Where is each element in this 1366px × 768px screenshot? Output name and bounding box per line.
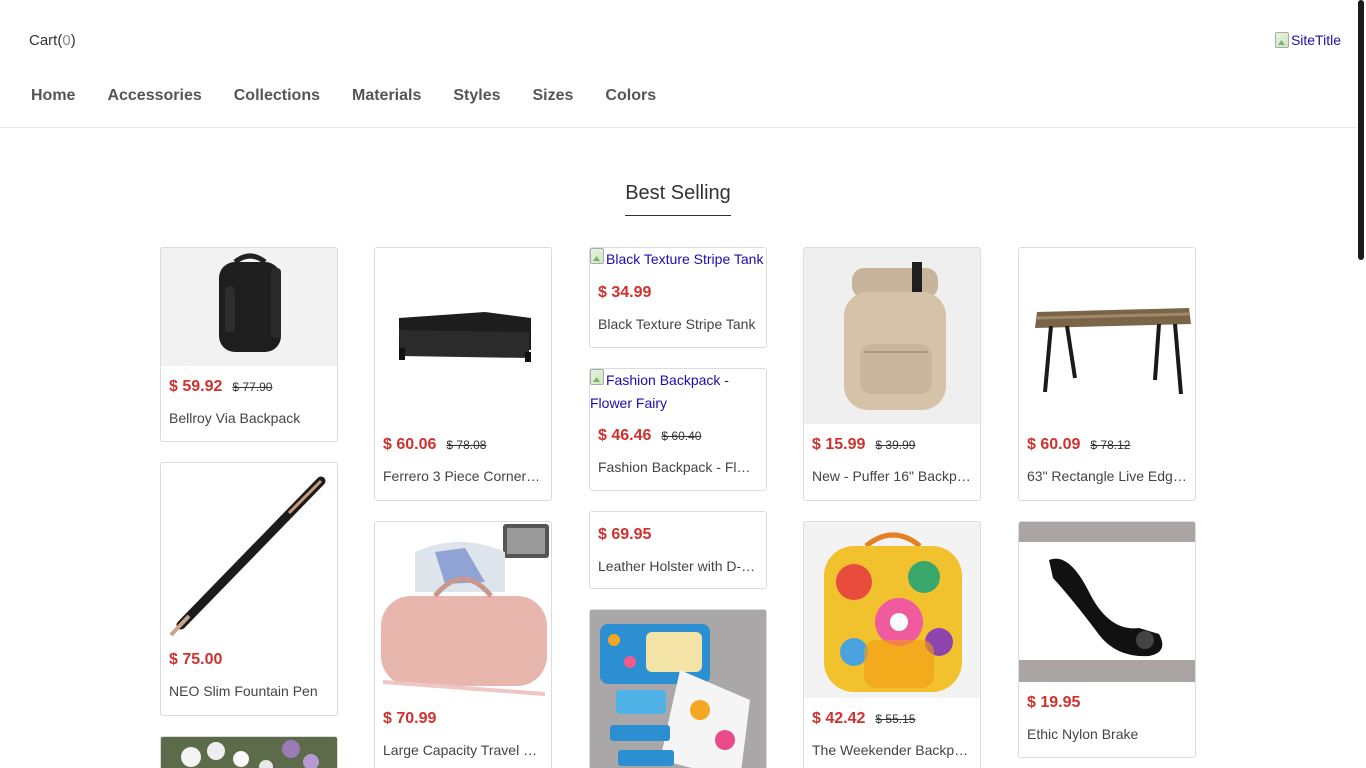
- price-row: $ 34.99: [590, 284, 766, 302]
- live-edge-table-image[interactable]: [1019, 248, 1195, 424]
- price: $ 75.00: [169, 651, 223, 668]
- nav-collections[interactable]: Collections: [234, 86, 320, 106]
- price: $ 15.99: [812, 436, 866, 453]
- old-price: $ 77.90: [232, 380, 273, 394]
- product-card[interactable]: $ 42.42 $ 55.15 The Weekender Backpack: [803, 521, 981, 768]
- product-title[interactable]: NEO Slim Fountain Pen: [161, 683, 337, 699]
- product-card[interactable]: $ 69.95 Leather Holster with D-Ring: [589, 511, 767, 589]
- product-title[interactable]: Leather Holster with D-Ring: [590, 558, 766, 574]
- scrollbar-thumb[interactable]: [1358, 0, 1364, 260]
- nav-colors[interactable]: Colors: [605, 86, 656, 106]
- old-price: $ 39.99: [875, 438, 916, 452]
- butterfly-garden-planters-image[interactable]: [590, 610, 766, 768]
- product-card[interactable]: $ 70.99 Large Capacity Travel Duffle Bag: [374, 521, 552, 768]
- product-card[interactable]: Fashion Backpack - Flower Fairy $ 46.46 …: [589, 368, 767, 491]
- tan-rolltop-backpack-image[interactable]: [804, 248, 980, 424]
- product-title[interactable]: Fashion Backpack - Flower Fairy: [590, 459, 766, 475]
- flower-photo-image[interactable]: [161, 737, 337, 768]
- cart-count: 0: [62, 32, 71, 49]
- nav-materials[interactable]: Materials: [352, 86, 421, 106]
- product-card[interactable]: $ 60.06 $ 78.08 Ferrero 3 Piece Corner S…: [374, 247, 552, 501]
- product-card[interactable]: $ 19.95 Ethic Nylon Brake: [1018, 521, 1196, 758]
- cart-label: Cart: [29, 32, 58, 49]
- price: $ 69.95: [598, 526, 652, 543]
- site-title-alt: SiteTitle: [1290, 32, 1341, 48]
- price-row: $ 75.00: [161, 651, 337, 669]
- price-row: $ 70.99: [375, 710, 551, 728]
- product-title[interactable]: Black Texture Stripe Tank: [590, 316, 766, 332]
- nav-sizes[interactable]: Sizes: [533, 86, 574, 106]
- price-row: $ 46.46 $ 60.40: [590, 427, 766, 445]
- product-card[interactable]: $ 15.99 $ 39.99 New - Puffer 16" Backpac…: [803, 247, 981, 501]
- section-title: Best Selling: [0, 182, 1356, 216]
- old-price: $ 60.40: [661, 429, 702, 443]
- nav-home[interactable]: Home: [31, 86, 75, 106]
- product-title[interactable]: Ethic Nylon Brake: [1019, 726, 1195, 742]
- price-row: $ 60.06 $ 78.08: [375, 436, 551, 454]
- site-header: Cart(0) SiteTitle Home Accessories Colle…: [0, 0, 1356, 128]
- product-card[interactable]: Black Texture Stripe Tank $ 34.99 Black …: [589, 247, 767, 348]
- price: $ 42.42: [812, 710, 866, 727]
- product-title[interactable]: Bellroy Via Backpack: [161, 410, 337, 426]
- price-row: $ 69.95: [590, 526, 766, 544]
- old-price: $ 78.12: [1090, 438, 1131, 452]
- price-row: $ 59.92 $ 77.90: [161, 378, 337, 396]
- section-title-text: Best Selling: [625, 182, 731, 216]
- pink-duffle-bag-image[interactable]: [375, 522, 551, 698]
- product-card[interactable]: [160, 736, 338, 768]
- broken-image-icon: [1274, 32, 1289, 48]
- price-row: $ 42.42 $ 55.15: [804, 710, 980, 728]
- price-row: $ 19.95: [1019, 694, 1195, 712]
- product-card[interactable]: $ 60.09 $ 78.12 63" Rectangle Live Edge …: [1018, 247, 1196, 501]
- main-nav: Home Accessories Collections Materials S…: [31, 86, 688, 106]
- old-price: $ 78.08: [446, 438, 487, 452]
- price: $ 34.99: [598, 284, 652, 301]
- price: $ 46.46: [598, 427, 652, 444]
- price: $ 60.06: [383, 436, 437, 453]
- black-scooter-brake-image[interactable]: [1019, 522, 1195, 682]
- price: $ 70.99: [383, 710, 437, 727]
- image-alt-text: Black Texture Stripe Tank: [606, 251, 764, 267]
- price: $ 59.92: [169, 378, 223, 395]
- cart-link[interactable]: Cart(0): [29, 32, 76, 49]
- broken-image-icon: [590, 369, 604, 385]
- product-card[interactable]: $ 59.92 $ 77.90 Bellroy Via Backpack: [160, 247, 338, 442]
- product-title[interactable]: Ferrero 3 Piece Corner Sectional: [375, 468, 551, 484]
- fountain-pen-image[interactable]: [161, 463, 337, 639]
- broken-image-icon: [590, 248, 604, 264]
- price: $ 60.09: [1027, 436, 1081, 453]
- product-title[interactable]: Large Capacity Travel Duffle Bag: [375, 742, 551, 758]
- product-title[interactable]: New - Puffer 16" Backpack: [804, 468, 980, 484]
- black-backpack-image[interactable]: [161, 248, 337, 366]
- price-row: $ 15.99 $ 39.99: [804, 436, 980, 454]
- colorful-print-backpack-image[interactable]: [804, 522, 980, 698]
- product-card[interactable]: $ 75.00 NEO Slim Fountain Pen: [160, 462, 338, 716]
- product-card[interactable]: [589, 609, 767, 768]
- image-alt-text: Fashion Backpack - Flower Fairy: [590, 372, 729, 411]
- price: $ 19.95: [1027, 694, 1081, 711]
- black-texture-stripe-tank-image[interactable]: Black Texture Stripe Tank: [590, 248, 766, 272]
- product-title[interactable]: The Weekender Backpack: [804, 742, 980, 758]
- black-sectional-sofa-image[interactable]: [375, 248, 551, 424]
- price-row: $ 60.09 $ 78.12: [1019, 436, 1195, 454]
- old-price: $ 55.15: [875, 712, 916, 726]
- fashion-backpack-flower-fairy-image[interactable]: Fashion Backpack - Flower Fairy: [590, 369, 766, 415]
- nav-accessories[interactable]: Accessories: [107, 86, 201, 106]
- product-title[interactable]: 63" Rectangle Live Edge Table: [1019, 468, 1195, 484]
- nav-styles[interactable]: Styles: [453, 86, 500, 106]
- page-scrollbar[interactable]: [1356, 0, 1366, 768]
- site-logo-link[interactable]: SiteTitle: [1274, 32, 1341, 48]
